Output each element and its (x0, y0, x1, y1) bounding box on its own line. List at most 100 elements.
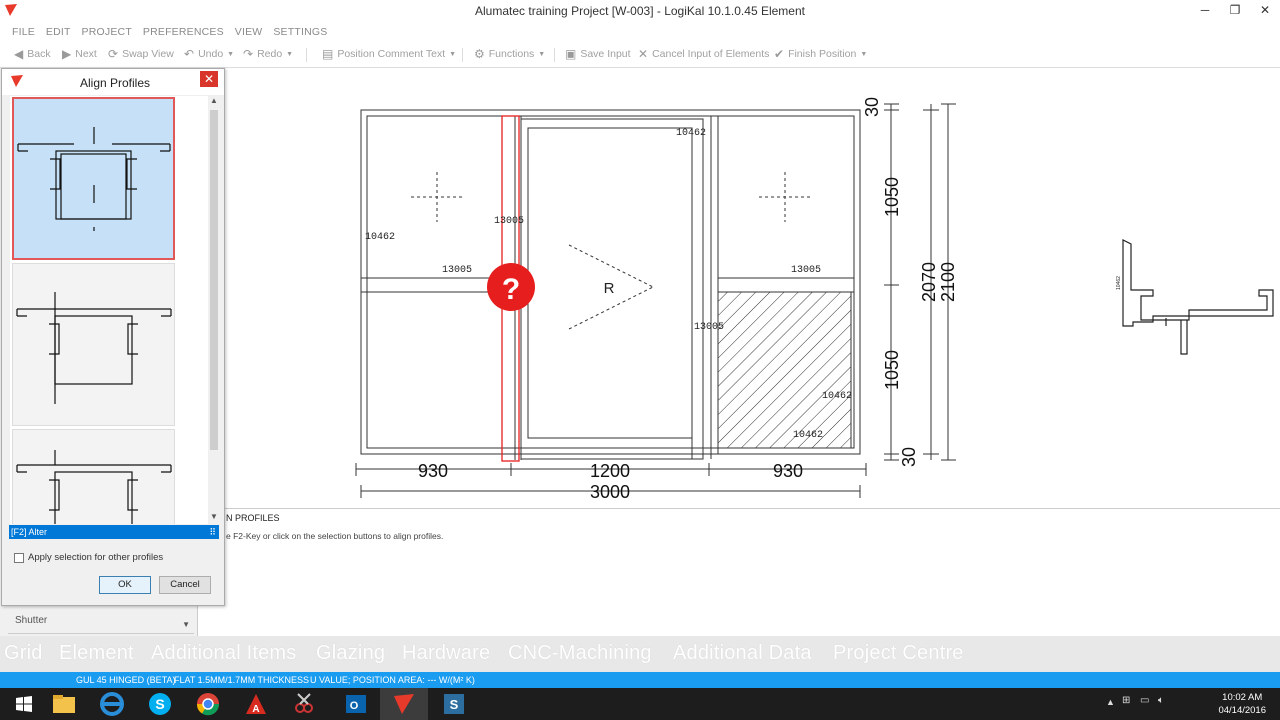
volume-icon[interactable]: 🔈︎ (1158, 695, 1164, 706)
internet-explorer-icon[interactable] (88, 688, 136, 720)
question-marker-icon[interactable]: ? (487, 263, 535, 311)
undo-button[interactable]: ↶ Undo ▼ (184, 47, 234, 61)
alignment-option-2[interactable] (12, 263, 175, 426)
tab-additional-data[interactable]: Additional Data (673, 642, 812, 665)
tab-additional-items[interactable]: Additional Items (151, 642, 297, 665)
functions-button[interactable]: ⚙ Functions ▼ (474, 47, 545, 61)
profile-label: 13005 (442, 265, 472, 276)
tab-cnc-machining[interactable]: CNC-Machining (508, 642, 652, 665)
checkbox-box[interactable] (14, 552, 24, 563)
skype-icon[interactable]: S (136, 688, 184, 720)
arrow-left-icon: ◀ (14, 47, 24, 61)
tab-element[interactable]: Element (59, 642, 134, 665)
gear-icon: ⚙ (474, 47, 485, 61)
menu-preferences[interactable]: PREFERENCES (143, 26, 224, 38)
profile-label: 10462 (365, 232, 395, 243)
position-comment-text-button[interactable]: ▤ Position Comment Text ▼ (322, 47, 456, 61)
dimension-3000: 3000 (590, 482, 630, 502)
chevron-down-icon[interactable]: ▼ (182, 620, 190, 629)
comment-icon: ▤ (322, 47, 334, 61)
dialog-status-line: [F2] Alter ⠿ (9, 525, 219, 539)
menu-settings[interactable]: SETTINGS (273, 26, 327, 38)
profile-label: 10462 (676, 128, 706, 139)
redo-icon: ↷ (243, 47, 254, 61)
dimension-930-left: 930 (418, 461, 448, 481)
tab-grid[interactable]: Grid (4, 642, 43, 665)
alignment-option-3[interactable] (12, 429, 175, 524)
svg-text:S: S (155, 696, 164, 712)
info-text: e F2-Key or click on the selection butto… (226, 531, 444, 541)
toolbar-divider (462, 48, 463, 62)
minimize-button[interactable]: ─ (1190, 0, 1220, 22)
profile-label: 13005 (791, 265, 821, 276)
save-input-button[interactable]: ▣ Save Input (565, 47, 631, 61)
cancel-input-button[interactable]: ✕ Cancel Input of Elements (638, 47, 769, 61)
swap-icon: ⟳ (108, 47, 119, 61)
shutter-dropdown[interactable]: Shutter ▼ (8, 612, 194, 634)
drawing-canvas[interactable]: ? 10462 13005 10462 13005 13005 13005 10… (197, 68, 1280, 508)
chrome-icon[interactable] (184, 688, 232, 720)
camtasia-icon[interactable]: S (430, 688, 478, 720)
menu-view[interactable]: VIEW (235, 26, 263, 38)
info-panel: N PROFILES e F2-Key or click on the sele… (197, 508, 1280, 636)
ok-button[interactable]: OK (99, 576, 151, 594)
profile-section-icon (17, 127, 171, 231)
profile-label: 13005 (494, 216, 524, 227)
network-icon[interactable]: ⊞ (1122, 695, 1130, 706)
dimension-930-right: 930 (773, 461, 803, 481)
chevron-down-icon[interactable]: ▼ (449, 51, 456, 58)
dialog-close-button[interactable]: ✕ (200, 71, 218, 87)
toolbar-divider (554, 48, 555, 62)
scroll-up-icon[interactable]: ▲ (208, 96, 220, 108)
profile-section-icon (16, 292, 172, 404)
close-window-button[interactable]: ✕ (1250, 0, 1280, 22)
menu-file[interactable]: FILE (12, 26, 35, 38)
autocad-icon[interactable]: A (232, 688, 280, 720)
tab-hardware[interactable]: Hardware (402, 642, 490, 665)
profile-alignment-list: ▲ ▼ (10, 96, 220, 524)
dimension-2100: 2100 (938, 262, 958, 302)
battery-icon[interactable]: ▭ (1140, 695, 1149, 706)
outlook-icon[interactable]: O (332, 688, 380, 720)
chevron-down-icon[interactable]: ▼ (538, 51, 545, 58)
opening-direction-label: R (604, 280, 615, 297)
redo-button[interactable]: ↷ Redo ▼ (243, 47, 293, 61)
chevron-down-icon[interactable]: ▼ (286, 51, 293, 58)
profile-section-drawing (1122, 239, 1274, 355)
file-explorer-icon[interactable] (40, 688, 88, 720)
logikal-taskbar-icon[interactable] (380, 688, 428, 720)
window-title: Alumatec training Project [W-003] - Logi… (475, 4, 805, 18)
tab-glazing[interactable]: Glazing (316, 642, 385, 665)
scroll-down-icon[interactable]: ▼ (208, 512, 220, 524)
undo-icon: ↶ (184, 47, 195, 61)
back-button[interactable]: ◀ Back (14, 47, 51, 61)
checkmark-icon: ✔ (774, 47, 785, 61)
tray-chevron-icon[interactable]: ▲ (1106, 697, 1115, 707)
profile-label: 10462 (793, 430, 823, 441)
info-heading: N PROFILES (226, 513, 280, 523)
menu-edit[interactable]: EDIT (46, 26, 71, 38)
scroll-thumb[interactable] (210, 110, 218, 450)
apply-selection-checkbox[interactable]: Apply selection for other profiles (14, 552, 163, 563)
menu-project[interactable]: PROJECT (82, 26, 132, 38)
thumbnail-scrollbar[interactable]: ▲ ▼ (208, 96, 220, 524)
chevron-down-icon[interactable]: ▼ (860, 51, 867, 58)
status-bar: GUL 45 HINGED (BETA) FLAT 1.5MM/1.7MM TH… (0, 672, 1280, 688)
snipping-tool-icon[interactable] (280, 688, 328, 720)
system-tray: ▲ ⊞ ▭ 🔈︎ 10:02 AM 04/14/2016 (1090, 688, 1280, 720)
next-button[interactable]: ▶ Next (62, 47, 97, 61)
right-transom (717, 277, 855, 293)
element-drawing[interactable]: ? 10462 13005 10462 13005 13005 13005 10… (198, 68, 1280, 508)
dimension-30-top: 30 (862, 97, 882, 117)
dialog-title-bar[interactable]: Align Profiles ✕ (2, 69, 224, 95)
clock[interactable]: 10:02 AM 04/14/2016 (1218, 691, 1266, 717)
profile-section-icon (16, 450, 172, 524)
maximize-button[interactable]: ❐ (1220, 0, 1250, 22)
tab-project-centre[interactable]: Project Centre (833, 642, 964, 665)
cancel-button[interactable]: Cancel (159, 576, 211, 594)
swap-view-button[interactable]: ⟳ Swap View (108, 47, 174, 61)
profile-label: 13005 (694, 322, 724, 333)
finish-position-button[interactable]: ✔ Finish Position ▼ (774, 47, 867, 61)
chevron-down-icon[interactable]: ▼ (227, 51, 234, 58)
alignment-option-1[interactable] (12, 97, 175, 260)
